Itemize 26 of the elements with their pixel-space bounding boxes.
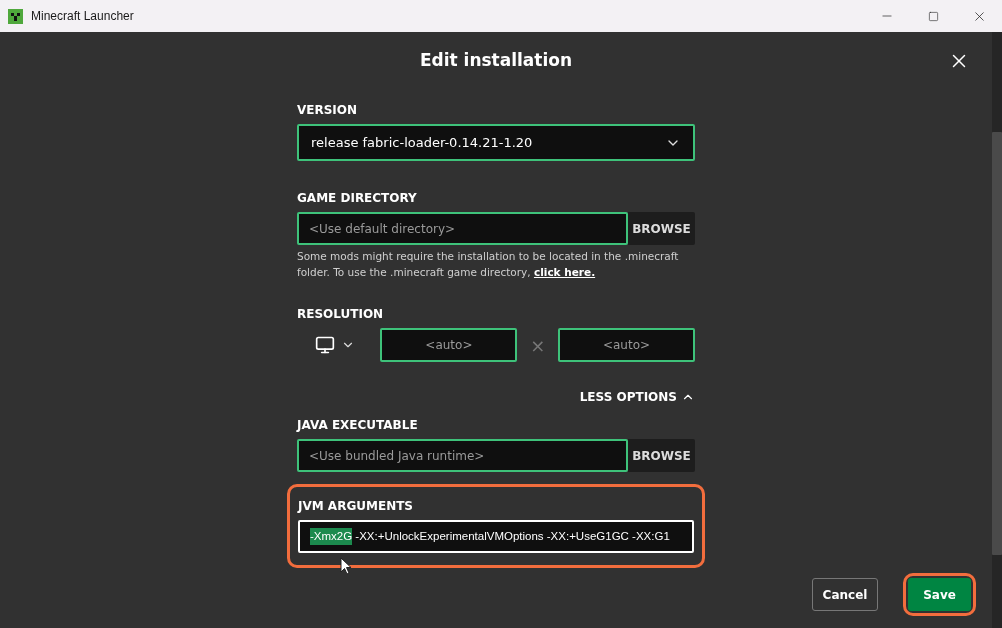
- cancel-button[interactable]: Cancel: [812, 578, 878, 611]
- help-text: Some mods might require the installation to be located in the .minecraft folder. To use the .minecraft game directory, click here.: [297, 249, 680, 280]
- version-dropdown[interactable]: release fabric-loader-0.14.21-1.20: [297, 124, 695, 161]
- less-options-toggle[interactable]: LESS OPTIONS: [579, 388, 695, 406]
- width-field[interactable]: <auto>: [380, 328, 518, 362]
- scrollbar[interactable]: [992, 32, 1002, 628]
- java-path-field[interactable]: <Use bundled Java runtime>: [297, 439, 628, 472]
- directory-field[interactable]: <Use default directory>: [297, 212, 628, 245]
- save-button[interactable]: Save: [908, 578, 971, 611]
- window-title: Minecraft Launcher: [31, 8, 134, 25]
- field-label: RESOLUTION: [297, 307, 384, 321]
- field-label: JAVA EXECUTABLE: [297, 418, 418, 432]
- monitor-icon[interactable]: [315, 335, 335, 355]
- height-field[interactable]: <auto>: [558, 328, 695, 362]
- times-sign: ×: [529, 333, 547, 358]
- field-label: GAME DIRECTORY: [297, 191, 417, 205]
- browse-button[interactable]: BROWSE: [628, 439, 695, 472]
- field-label: VERSION: [297, 103, 358, 117]
- field-label: JVM ARGUMENTS: [298, 499, 413, 513]
- mouse-pointer-icon: [340, 557, 352, 575]
- maximize-icon[interactable]: [927, 10, 939, 22]
- browse-button[interactable]: BROWSE: [628, 212, 695, 245]
- click-here-link[interactable]: click here.: [533, 266, 596, 278]
- jvm-arguments-field[interactable]: -Xmx2G -XX:+UnlockExperimentalVMOptions -XX:+UseG1GC -XX:G1: [298, 520, 694, 553]
- dialog-title: Edit installation: [419, 49, 573, 73]
- grass-block-icon: [8, 8, 23, 24]
